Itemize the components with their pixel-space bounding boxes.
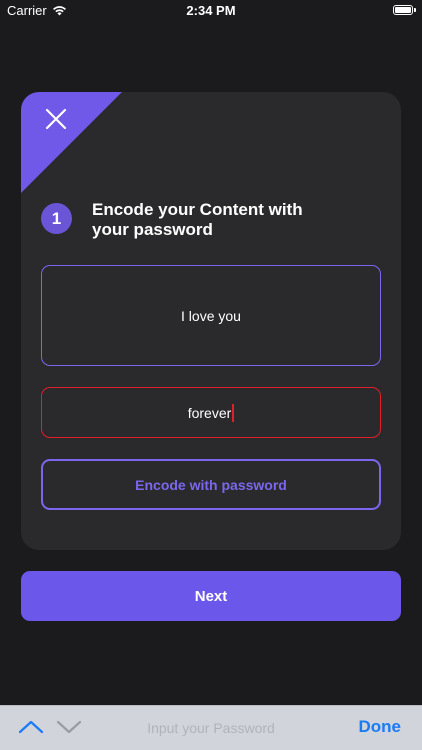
password-value: forever: [187, 404, 232, 421]
text-cursor: [232, 403, 235, 422]
corner-accent: [21, 92, 122, 193]
toolbar-placeholder: Input your Password: [147, 720, 275, 736]
battery-tip: [414, 8, 416, 12]
previous-field-button[interactable]: [17, 716, 45, 738]
chevron-up-icon: [18, 720, 44, 734]
next-field-button[interactable]: [55, 716, 83, 738]
encode-with-password-button[interactable]: Encode with password: [41, 459, 381, 510]
step-title: Encode your Content with your password: [92, 200, 303, 239]
step-number-badge: 1: [41, 203, 72, 234]
battery-fill: [395, 7, 411, 13]
chevron-down-icon: [56, 720, 82, 734]
close-icon: [45, 108, 67, 130]
content-value: I love you: [181, 307, 241, 324]
encode-card: 1 Encode your Content with your password…: [21, 92, 401, 550]
battery-icon: [393, 5, 413, 15]
done-button[interactable]: Done: [359, 717, 402, 737]
content-input[interactable]: I love you: [41, 265, 381, 366]
status-time: 2:34 PM: [186, 3, 236, 18]
close-button[interactable]: [41, 104, 71, 134]
keyboard-toolbar: Input your Password Done: [0, 705, 422, 750]
next-button[interactable]: Next: [21, 571, 401, 621]
password-input[interactable]: forever: [41, 387, 381, 438]
status-bar: Carrier 2:34 PM: [0, 0, 422, 22]
